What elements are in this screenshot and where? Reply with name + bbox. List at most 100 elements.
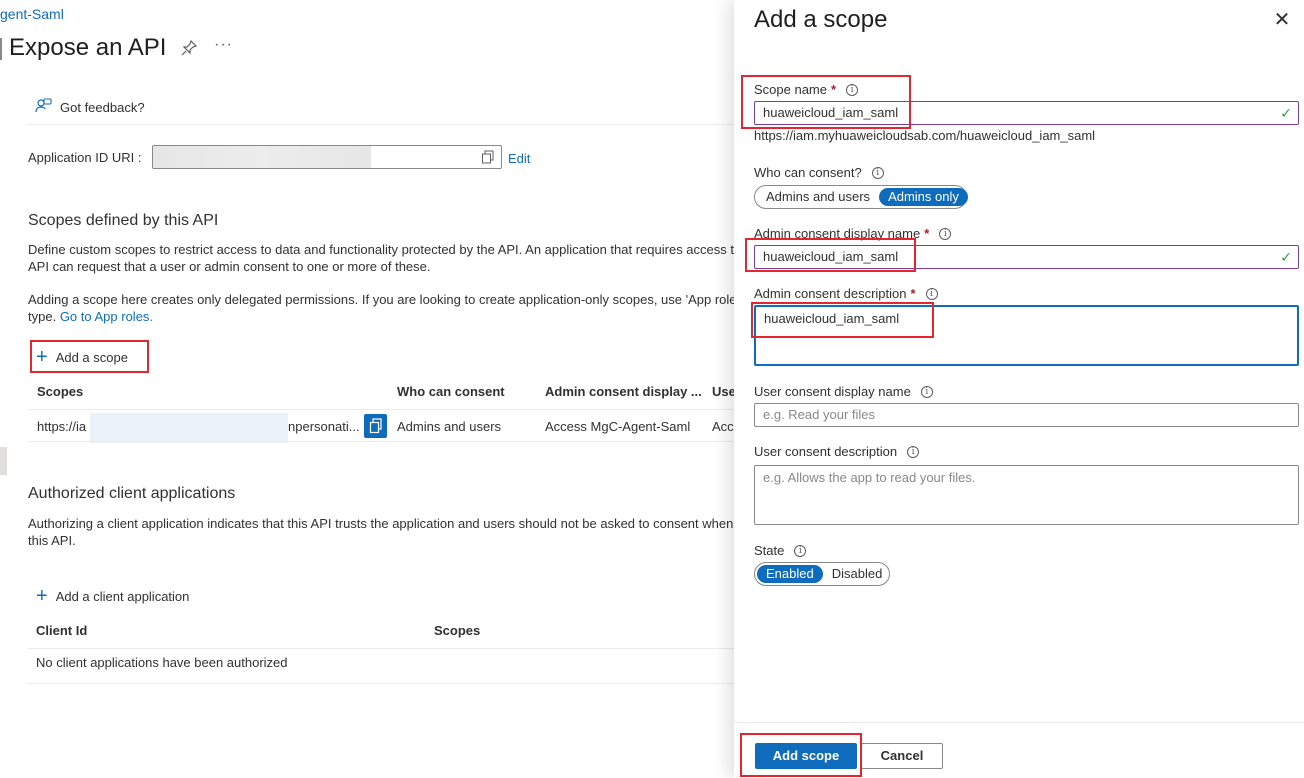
plus-icon: + [36,346,48,368]
scopes-desc-line: Define custom scopes to restrict access … [28,242,734,257]
info-icon[interactable]: i [846,83,859,96]
option-admins-and-users[interactable]: Admins and users [757,188,879,206]
info-icon[interactable]: i [871,166,884,179]
auth-desc-line: Authorizing a client application indicat… [28,516,734,531]
scope-user-display: Acc [712,419,734,434]
scope-who-can-consent: Admins and users [397,419,502,434]
table-divider [28,683,734,684]
label-text: Scope name [754,82,827,97]
col-header-who-can-consent[interactable]: Who can consent [397,384,505,399]
admin-display-name-input[interactable]: huaweicloud_iam_saml ✓ [754,245,1299,269]
info-icon[interactable]: i [794,544,807,557]
auth-desc-line: this API. [28,533,76,548]
redacted-value [153,146,371,168]
add-scope-label: Add a scope [55,349,128,365]
label-text: Admin consent description [754,286,907,301]
input-value: huaweicloud_iam_saml [763,249,899,264]
scopes-delegated-note: Adding a scope here creates only delegat… [28,291,734,325]
col-header-client-id[interactable]: Client Id [36,623,87,638]
scope-uri-suffix[interactable]: npersonati... [288,419,360,434]
info-icon[interactable]: i [920,385,933,398]
panel-title: Add a scope [754,6,888,33]
plus-icon: + [36,585,48,607]
textarea-placeholder: e.g. Allows the app to read your files. [763,470,976,485]
add-scope-button[interactable]: Add scope [755,743,857,769]
more-options-icon[interactable]: ··· [214,36,233,54]
page-title: Expose an API [9,34,167,61]
who-can-consent-toggle[interactable]: Admins and users Admins only [754,185,968,209]
table-divider [28,441,734,442]
col-header-user-display[interactable]: Use [712,384,734,399]
feedback-link[interactable]: Got feedback? [34,97,145,118]
required-mark: * [831,82,837,97]
user-display-name-label: User consent display name i [754,384,933,399]
info-icon[interactable]: i [925,287,938,300]
admin-description-label: Admin consent description * i [754,286,938,301]
scopes-desc-line: API can request that a user or admin con… [28,259,431,274]
label-text: Admin consent display name [754,226,921,241]
copy-icon[interactable] [481,150,495,164]
state-toggle[interactable]: Enabled Disabled [754,562,890,586]
required-mark: * [924,226,930,241]
scroll-edge-marker [0,447,7,475]
panel-footer-divider [734,722,1304,723]
copy-scope-button[interactable] [364,414,387,438]
required-mark: * [910,286,916,301]
scope-admin-display: Access MgC-Agent-Saml [545,419,691,434]
go-to-app-roles-link[interactable]: Go to App roles. [60,309,153,324]
scope-name-input[interactable]: huaweicloud_iam_saml ✓ [754,101,1299,125]
col-header-admin-display[interactable]: Admin consent display ... [545,384,702,399]
document-icon [369,418,382,434]
app-id-uri-label: Application ID URI : [28,150,142,165]
col-header-client-scopes[interactable]: Scopes [434,623,480,638]
breadcrumb[interactable]: gent-Saml [0,6,64,22]
option-disabled[interactable]: Disabled [823,565,892,583]
info-icon[interactable]: i [907,445,920,458]
label-text: User consent display name [754,384,911,399]
feedback-divider [28,124,734,125]
user-description-label: User consent description i [754,444,920,459]
check-icon: ✓ [1280,105,1292,121]
admin-display-name-label: Admin consent display name * i [754,226,952,241]
left-accent-bar [0,38,2,60]
redacted-scope-uri [90,413,288,443]
label-text: User consent description [754,444,898,459]
close-icon[interactable]: ✕ [1272,10,1292,30]
edit-app-id-link[interactable]: Edit [508,151,530,166]
admin-description-textarea[interactable]: huaweicloud_iam_saml [754,305,1299,366]
who-can-consent-label: Who can consent? i [754,165,884,180]
table-divider [28,648,734,649]
authorized-clients-heading: Authorized client applications [28,485,236,502]
textarea-value: huaweicloud_iam_saml [764,311,900,326]
authorized-clients-description: Authorizing a client application indicat… [28,515,734,549]
add-scope-link[interactable]: + Add a scope [36,347,128,367]
app-id-uri-field[interactable] [152,145,502,169]
user-display-name-input[interactable]: e.g. Read your files [754,403,1299,427]
label-text: Who can consent? [754,165,862,180]
cancel-button[interactable]: Cancel [861,743,943,769]
input-placeholder: e.g. Read your files [763,407,876,422]
scopes-note-line: Adding a scope here creates only delegat… [28,292,734,307]
feedback-icon [34,97,52,118]
add-client-label: Add a client application [55,588,190,604]
scope-uri-prefix[interactable]: https://ia [37,419,86,434]
option-enabled[interactable]: Enabled [757,565,823,583]
check-icon: ✓ [1280,249,1292,265]
feedback-label: Got feedback? [60,100,145,115]
label-text: State [754,543,785,558]
no-clients-message: No client applications have been authori… [36,655,288,670]
pin-icon[interactable] [180,39,198,57]
table-divider [28,409,734,410]
scopes-heading: Scopes defined by this API [28,212,219,229]
scope-full-uri: https://iam.myhuaweicloudsab.com/huaweic… [754,128,1096,143]
col-header-scopes[interactable]: Scopes [37,384,83,399]
scopes-description: Define custom scopes to restrict access … [28,241,734,275]
info-icon[interactable]: i [939,227,952,240]
option-admins-only[interactable]: Admins only [879,188,968,206]
scope-name-label: Scope name * i [754,82,859,97]
add-client-application-link[interactable]: + Add a client application [36,586,189,606]
input-value: huaweicloud_iam_saml [763,105,899,120]
user-description-textarea[interactable]: e.g. Allows the app to read your files. [754,465,1299,525]
state-label: State i [754,543,807,558]
scopes-note-prefix: type. [28,309,57,324]
